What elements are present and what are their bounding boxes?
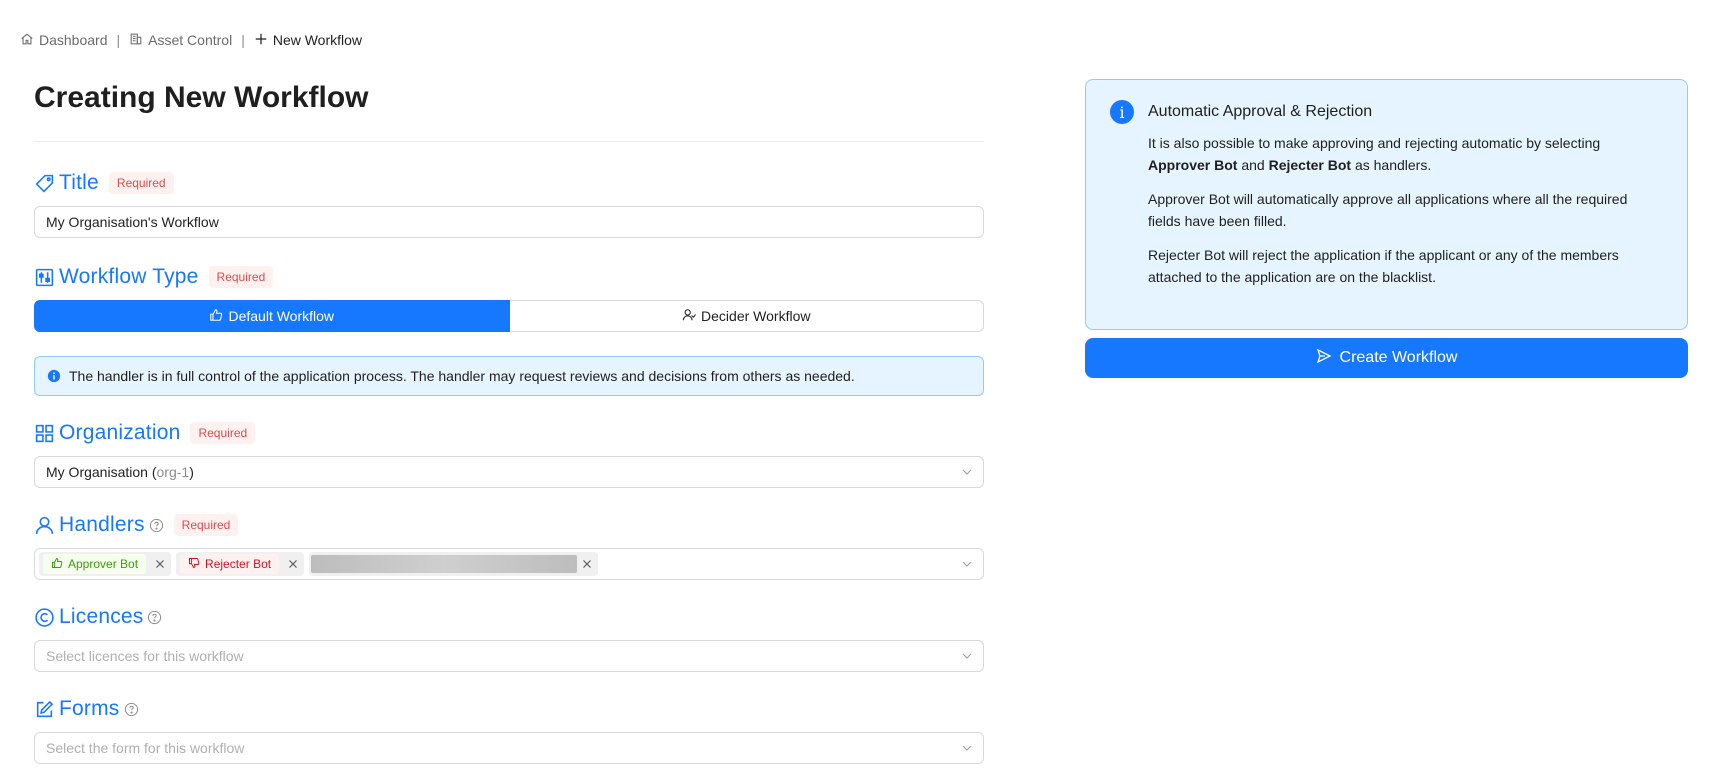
title-section-label: Title xyxy=(59,171,99,194)
handler-tag-body: Approver Bot xyxy=(43,554,147,574)
handlers-label: Handlers xyxy=(59,513,145,536)
thumbs-up-icon xyxy=(209,308,223,325)
breadcrumb-separator: | xyxy=(116,32,121,48)
organization-label: Organization xyxy=(59,421,181,444)
question-circle-icon[interactable] xyxy=(149,518,164,533)
info-icon xyxy=(47,369,61,383)
p1-rejecter-bot: Rejecter Bot xyxy=(1268,157,1352,173)
page-title: Creating New Workflow xyxy=(34,81,369,114)
thumbs-up-icon xyxy=(51,557,63,572)
grid-icon xyxy=(34,423,55,444)
workflow-form: Creating New Workflow Title Required My … xyxy=(34,80,984,764)
default-workflow-option[interactable]: Default Workflow xyxy=(34,300,510,332)
forms-placeholder: Select the form for this workflow xyxy=(46,740,245,756)
handler-tag-rejecter-bot: Rejecter Bot xyxy=(176,552,305,576)
required-badge: Required xyxy=(190,422,256,444)
auto-approval-paragraph-1: It is also possible to make approving an… xyxy=(1148,132,1663,176)
breadcrumb-label: Dashboard xyxy=(39,32,108,48)
chevron-down-icon xyxy=(961,558,973,570)
workflow-type-info-text: The handler is in full control of the ap… xyxy=(69,368,855,384)
breadcrumb: Dashboard | Asset Control | New Workflow xyxy=(20,30,362,50)
copyright-icon xyxy=(34,607,55,628)
required-badge: Required xyxy=(208,266,274,288)
p1-approver-bot: Approver Bot xyxy=(1148,157,1238,173)
handlers-header: Handlers Required xyxy=(34,510,984,540)
side-panel: i Automatic Approval & Rejection It is a… xyxy=(1085,79,1688,378)
title-input-value: My Organisation's Workflow xyxy=(46,214,219,230)
p1-text-e: as handlers. xyxy=(1351,157,1432,173)
edit-icon xyxy=(34,699,55,720)
organization-select[interactable]: My Organisation (org-1) xyxy=(34,456,984,488)
plus-icon xyxy=(254,32,268,49)
forms-header: Forms xyxy=(34,694,984,724)
question-circle-icon[interactable] xyxy=(147,610,162,625)
handler-tag-redacted xyxy=(309,552,599,576)
auto-approval-info: i Automatic Approval & Rejection It is a… xyxy=(1085,79,1688,330)
create-workflow-label: Create Workflow xyxy=(1339,349,1458,366)
title-input[interactable]: My Organisation's Workflow xyxy=(34,206,984,238)
chevron-down-icon xyxy=(961,742,973,754)
breadcrumb-label: Asset Control xyxy=(148,32,233,48)
breadcrumb-dashboard[interactable]: Dashboard xyxy=(20,32,108,49)
sliders-icon xyxy=(34,267,55,288)
redacted-block xyxy=(311,555,578,573)
p1-text-a: It is also possible to make approving an… xyxy=(1148,135,1601,151)
organization-paren-close: ) xyxy=(189,464,194,480)
breadcrumb-asset-control[interactable]: Asset Control xyxy=(129,32,232,49)
breadcrumb-label: New Workflow xyxy=(272,32,363,48)
auto-approval-paragraph-3: Rejecter Bot will reject the application… xyxy=(1148,247,1619,285)
default-workflow-label: Default Workflow xyxy=(228,308,335,324)
user-switch-icon xyxy=(682,308,696,325)
licences-placeholder: Select licences for this workflow xyxy=(46,648,244,664)
organization-paren-open: ( xyxy=(147,464,157,480)
workflow-type-label: Workflow Type xyxy=(59,265,199,288)
tag-icon xyxy=(34,173,55,194)
decider-workflow-label: Decider Workflow xyxy=(701,308,811,324)
forms-select[interactable]: Select the form for this workflow xyxy=(34,732,984,764)
question-circle-icon[interactable] xyxy=(124,702,139,717)
organization-header: Organization Required xyxy=(34,418,984,448)
title-divider xyxy=(34,141,984,142)
licences-select[interactable]: Select licences for this workflow xyxy=(34,640,984,672)
workflow-type-segmented: Default Workflow Decider Workflow xyxy=(34,300,984,332)
auto-approval-title: Automatic Approval & Rejection xyxy=(1148,103,1373,120)
breadcrumb-new-workflow: New Workflow xyxy=(254,32,362,49)
organization-name: My Organisation xyxy=(46,464,148,480)
decider-workflow-option[interactable]: Decider Workflow xyxy=(509,300,984,332)
forms-label: Forms xyxy=(59,697,120,720)
chevron-down-icon xyxy=(961,466,973,478)
licences-header: Licences xyxy=(34,602,984,632)
close-icon[interactable] xyxy=(288,559,298,569)
p1-text-c: and xyxy=(1237,157,1269,173)
info-icon: i xyxy=(1110,100,1134,124)
licences-label: Licences xyxy=(59,605,144,628)
home-icon xyxy=(20,32,34,49)
breadcrumb-separator: | xyxy=(241,32,245,48)
workflow-type-header: Workflow Type Required xyxy=(34,262,984,292)
workflow-type-info: The handler is in full control of the ap… xyxy=(34,356,984,396)
organization-id: org-1 xyxy=(156,464,190,480)
thumbs-down-icon xyxy=(188,557,200,572)
title-section-header: Title Required xyxy=(34,168,984,198)
handlers-select[interactable]: Approver Bot Rejecter Bot xyxy=(34,548,984,580)
chevron-down-icon xyxy=(961,650,973,662)
send-icon xyxy=(1316,348,1332,369)
handler-tag-approver-bot: Approver Bot xyxy=(39,552,172,576)
user-icon xyxy=(34,515,55,536)
close-icon[interactable] xyxy=(582,559,592,569)
close-icon[interactable] xyxy=(155,559,165,569)
handler-tag-label: Rejecter Bot xyxy=(205,557,272,571)
auto-approval-paragraph-2: Approver Bot will automatically approve … xyxy=(1148,191,1628,229)
handler-tag-body: Rejecter Bot xyxy=(180,554,280,574)
handler-tag-label: Approver Bot xyxy=(68,557,139,571)
create-workflow-button[interactable]: Create Workflow xyxy=(1085,338,1688,378)
required-badge: Required xyxy=(108,172,174,194)
required-badge: Required xyxy=(173,514,239,536)
building-icon xyxy=(129,32,143,49)
